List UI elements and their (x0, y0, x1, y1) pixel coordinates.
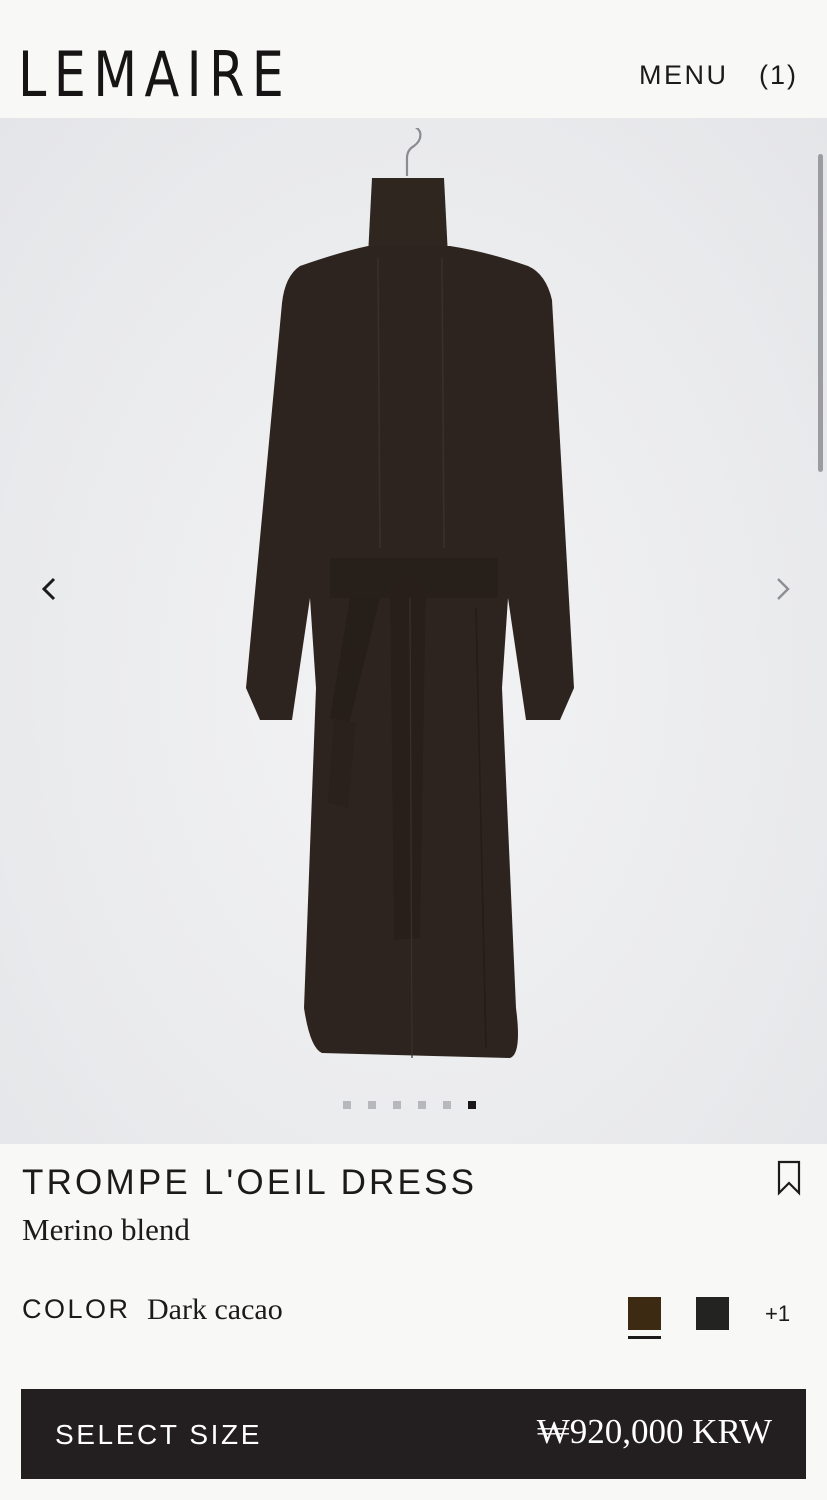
slide-dot[interactable] (443, 1101, 451, 1109)
more-colors-button[interactable]: +1 (765, 1301, 790, 1327)
slide-dot[interactable] (418, 1101, 426, 1109)
selected-swatch-indicator (628, 1336, 661, 1339)
bookmark-icon[interactable] (776, 1160, 802, 1196)
dress-product-image (246, 128, 574, 1059)
product-title: TROMPE L'OEIL DRESS (22, 1163, 478, 1202)
menu-button[interactable]: MENU (639, 60, 729, 91)
chevron-right-icon[interactable] (768, 574, 798, 604)
chevron-left-icon[interactable] (36, 574, 66, 604)
slide-dot-active[interactable] (468, 1101, 476, 1109)
cart-button[interactable]: (1) (759, 60, 798, 91)
slide-dot[interactable] (368, 1101, 376, 1109)
select-size-label: SELECT SIZE (55, 1419, 263, 1450)
product-price: ₩920,000 KRW (536, 1412, 772, 1451)
brand-logo[interactable]: LEMAIRE (18, 40, 291, 110)
slide-dot[interactable] (393, 1101, 401, 1109)
slide-dot[interactable] (343, 1101, 351, 1109)
product-material: Merino blend (22, 1212, 190, 1247)
slide-indicator (343, 1101, 476, 1109)
product-gallery[interactable] (0, 118, 827, 1144)
site-header: LEMAIRE MENU (1) (0, 0, 827, 118)
color-swatch-black[interactable] (696, 1297, 729, 1330)
scrollbar[interactable] (818, 154, 823, 472)
select-size-button[interactable]: SELECT SIZE ₩920,000 KRW (21, 1389, 806, 1479)
color-swatch-dark-cacao[interactable] (628, 1297, 661, 1330)
color-value: Dark cacao (147, 1293, 283, 1326)
color-label: COLOR (22, 1294, 131, 1324)
